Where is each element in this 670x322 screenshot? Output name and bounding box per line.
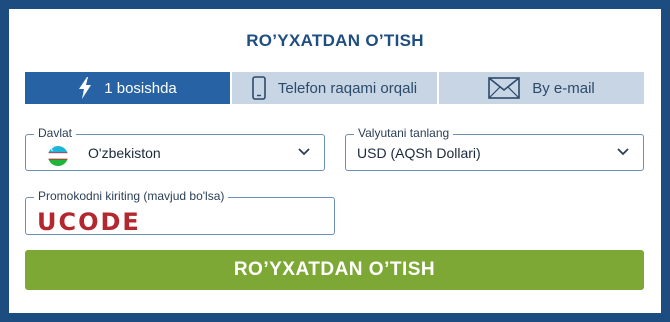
phone-icon (252, 76, 266, 100)
uzbekistan-flag-icon (48, 146, 68, 166)
register-button[interactable]: RO’YXATDAN O’TISH (25, 250, 644, 290)
lightning-icon (78, 77, 92, 99)
country-value: O'zbekiston (88, 145, 161, 161)
tab-phone[interactable]: Telefon raqami orqali (232, 72, 437, 104)
country-select[interactable]: Davlat O'zbekiston (25, 126, 325, 171)
tab-label: By e-mail (532, 79, 595, 97)
registration-card: RO’YXATDAN O’TISH 1 bosishda Telefon raq… (9, 9, 661, 313)
promo-code-label: Promokodni kiriting (mavjud bo'lsa) (34, 189, 229, 203)
envelope-icon (488, 77, 521, 99)
chevron-down-icon (617, 148, 629, 156)
promo-code-value: UCODE (37, 208, 141, 236)
currency-select[interactable]: Valyutani tanlang USD (AQSh Dollari) (345, 126, 644, 171)
currency-value: USD (AQSh Dollari) (357, 145, 481, 161)
chevron-down-icon (298, 148, 310, 156)
promo-code-field[interactable]: Promokodni kiriting (mavjud bo'lsa) UCOD… (25, 189, 335, 236)
tab-label: 1 bosishda (104, 79, 177, 97)
registration-tabs: 1 bosishda Telefon raqami orqali By e-ma… (25, 72, 644, 104)
tab-label: Telefon raqami orqali (277, 79, 418, 97)
tab-email[interactable]: By e-mail (439, 72, 644, 104)
tab-one-click[interactable]: 1 bosishda (25, 72, 230, 104)
currency-label: Valyutani tanlang (354, 126, 454, 140)
page-title: RO’YXATDAN O’TISH (246, 31, 424, 50)
country-label: Davlat (34, 126, 77, 140)
